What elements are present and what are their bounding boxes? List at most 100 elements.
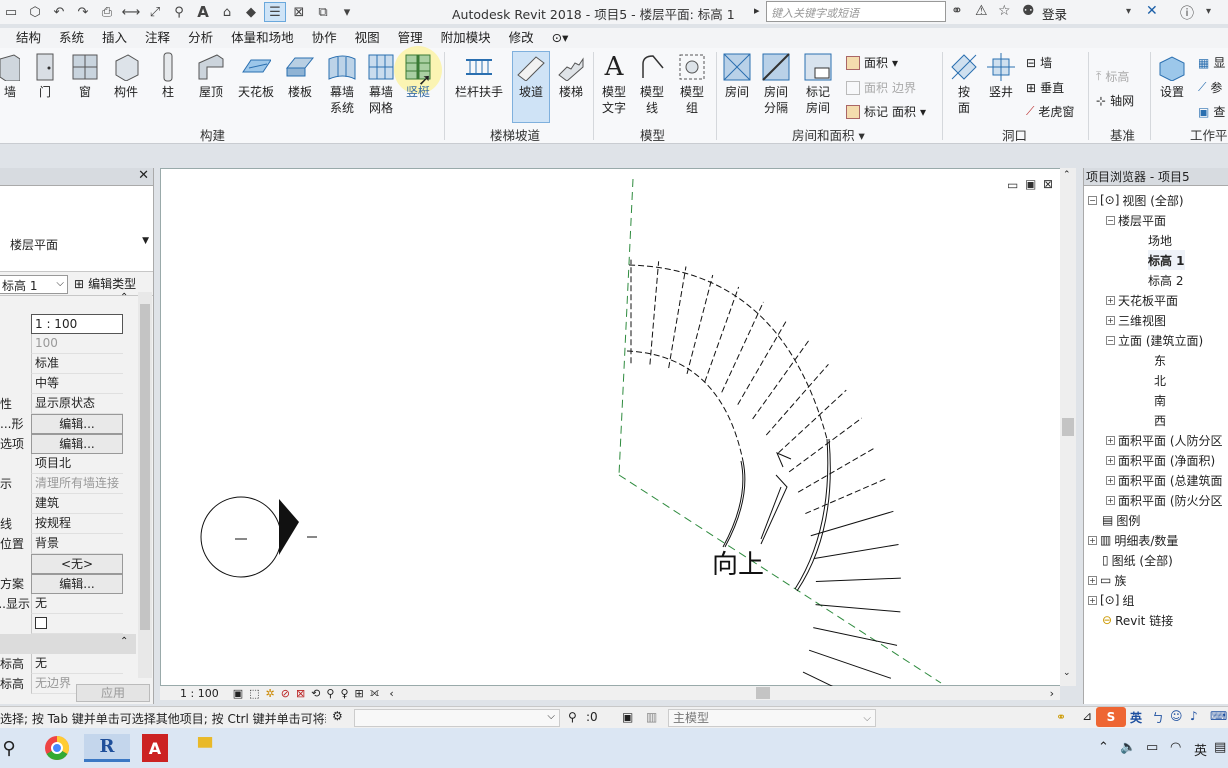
area-boundary-button[interactable]: 面积 边界 xyxy=(846,79,916,96)
tree-schedules[interactable]: + ▥ 明细表/数量 xyxy=(1088,530,1178,550)
property-value[interactable]: 100 xyxy=(31,334,123,354)
shaft-button[interactable]: 竖井 xyxy=(984,52,1018,100)
scrollbar-thumb[interactable] xyxy=(756,687,770,699)
tag-icon[interactable]: ⚲ xyxy=(168,2,190,22)
apply-button[interactable]: 应用 xyxy=(76,684,150,702)
property-value[interactable]: 无 xyxy=(31,654,123,674)
property-value[interactable]: 无 xyxy=(31,594,123,614)
expand-icon[interactable]: + xyxy=(1106,295,1115,305)
text-icon[interactable]: A xyxy=(192,2,214,22)
dimension-icon[interactable]: ⤢ xyxy=(144,2,166,22)
expand-icon[interactable]: + xyxy=(1106,315,1115,325)
acrobat-icon[interactable]: A xyxy=(142,734,168,762)
main-model-icon[interactable]: ▥ xyxy=(646,710,657,724)
mullion-button[interactable]: 竖梃 ➚ xyxy=(394,46,442,100)
level-button[interactable]: ⤒ 标高 xyxy=(1096,68,1129,85)
grid-button[interactable]: ⊹ 轴网 xyxy=(1096,92,1134,109)
elevation-marker[interactable] xyxy=(200,496,317,578)
notification-icon[interactable]: ▤ xyxy=(1214,740,1226,755)
tree-site[interactable]: 场地 xyxy=(1148,230,1172,250)
mic-icon[interactable]: ♪ xyxy=(1190,709,1198,723)
help-dropdown-icon[interactable]: ▾ xyxy=(1206,6,1211,17)
keyboard-icon[interactable]: ⌨ xyxy=(1210,709,1227,723)
tree-area-plan-2[interactable]: + 面积平面 (净面积) xyxy=(1106,450,1215,470)
chrome-icon[interactable] xyxy=(42,734,72,762)
close-icon[interactable]: ✕ xyxy=(138,168,149,183)
star-icon[interactable]: ☆ xyxy=(998,3,1011,19)
room-button[interactable]: 房间 xyxy=(720,52,754,100)
railing-button[interactable]: 栏杆扶手 xyxy=(452,52,506,100)
tab-analyze[interactable]: 分析 xyxy=(179,28,222,48)
tab-insert[interactable]: 插入 xyxy=(93,28,136,48)
ime-language-icon[interactable]: 英 xyxy=(1130,709,1142,726)
type-selector[interactable]: 楼层平面 ▼ xyxy=(0,186,153,272)
login-button[interactable]: 登录 xyxy=(1042,4,1067,23)
tree-north[interactable]: 北 xyxy=(1154,370,1166,390)
measure-icon[interactable]: ⟷ xyxy=(120,2,142,22)
binoculars-icon[interactable]: ⚭ xyxy=(951,3,963,19)
tree-revit-links[interactable]: ⊖ Revit 链接 xyxy=(1102,610,1173,630)
temporary-hide-icon[interactable]: ⚲ xyxy=(326,687,334,700)
model-line-button[interactable]: 模型 线 xyxy=(636,52,668,116)
tab-annotate[interactable]: 注释 xyxy=(136,28,179,48)
volume-icon[interactable]: 🔈 xyxy=(1120,740,1136,755)
tab-structure[interactable]: 结构 xyxy=(0,28,50,48)
tree-ceiling-plans[interactable]: + 天花板平面 xyxy=(1106,290,1178,310)
visual-style-icon[interactable]: ⬚ xyxy=(249,687,259,700)
analytical-model-icon[interactable]: ⊞ xyxy=(355,687,364,700)
vertical-opening-button[interactable]: ⊞ 垂直 xyxy=(1026,79,1064,96)
property-value[interactable]: 背景 xyxy=(31,534,123,554)
properties-scrollbar[interactable] xyxy=(138,292,152,678)
emoji-icon[interactable]: ☺ xyxy=(1170,709,1183,723)
chevron-right-icon[interactable]: › xyxy=(1050,687,1054,700)
stair-run[interactable] xyxy=(626,259,901,687)
tree-area-plan-4[interactable]: + 面积平面 (防火分区 xyxy=(1106,490,1223,510)
property-value[interactable]: 1 : 100 xyxy=(31,314,123,334)
undo-icon[interactable]: ↶ xyxy=(48,2,70,22)
edit-type-button[interactable]: ⊞ 编辑类型 xyxy=(74,275,136,292)
wall-button[interactable]: 墙 xyxy=(0,52,20,100)
collapse-icon[interactable]: − xyxy=(1106,215,1115,225)
ime-logo-icon[interactable]: S xyxy=(1096,707,1126,727)
model-group-button[interactable]: 模型 组 xyxy=(676,52,708,116)
area-button[interactable]: 面积 ▾ xyxy=(846,54,898,71)
tab-systems[interactable]: 系统 xyxy=(50,28,93,48)
scrollbar-thumb[interactable] xyxy=(140,304,150,630)
select-underlay-icon[interactable]: ⊿ xyxy=(1082,709,1092,723)
file-explorer-icon[interactable]: ▀ xyxy=(190,734,220,762)
design-options-icon[interactable]: ▣ xyxy=(622,710,633,724)
property-checkbox[interactable] xyxy=(35,617,47,629)
set-workplane-button[interactable]: 设置 xyxy=(1154,52,1190,100)
tree-south[interactable]: 南 xyxy=(1154,390,1166,410)
property-value[interactable]: 标准 xyxy=(31,354,123,374)
expand-icon[interactable]: + xyxy=(1088,535,1097,545)
property-value[interactable]: 按规程 xyxy=(31,514,123,534)
expand-icon[interactable]: + xyxy=(1106,435,1115,445)
chevron-left-icon[interactable]: ‹ xyxy=(389,687,393,700)
ime-punct-icon[interactable]: ㄅ xyxy=(1152,709,1164,726)
show-workplane-button[interactable]: ▦ 显 xyxy=(1198,54,1225,71)
drawing-canvas[interactable]: ▭ ▣ ⊠ ▾ xyxy=(160,168,1216,687)
language-icon[interactable]: 英 xyxy=(1194,740,1207,759)
ribbon-minimize-icon[interactable]: ⊙▾ xyxy=(543,28,578,48)
tree-area-plan-3[interactable]: + 面积平面 (总建筑面 xyxy=(1106,470,1223,490)
subscription-icon[interactable]: ⚠ xyxy=(975,3,988,19)
property-edit-button[interactable]: 编辑... xyxy=(31,574,123,594)
property-value[interactable]: 显示原状态 xyxy=(31,394,123,414)
user-icon[interactable]: ⚉ xyxy=(1022,3,1035,19)
property-value[interactable]: 清理所有墙连接 xyxy=(31,474,123,494)
property-edit-button[interactable]: 编辑... xyxy=(31,434,123,454)
tree-east[interactable]: 东 xyxy=(1154,350,1166,370)
door-button[interactable]: 门 xyxy=(30,52,60,100)
collapse-section-icon[interactable]: ⌃ xyxy=(120,292,128,303)
tab-modify[interactable]: 修改 xyxy=(500,28,543,48)
detail-level-icon[interactable]: ▣ xyxy=(233,687,243,700)
section-icon[interactable]: ◆ xyxy=(240,2,262,22)
tree-3d-views[interactable]: + 三维视图 xyxy=(1106,310,1166,330)
exchange-apps-icon[interactable]: ✕ xyxy=(1146,3,1158,19)
tree-legends[interactable]: ▤ 图例 xyxy=(1102,510,1140,530)
tab-massing-site[interactable]: 体量和场地 xyxy=(222,28,303,48)
tab-manage[interactable]: 管理 xyxy=(389,28,432,48)
curtain-grid-button[interactable]: 幕墙 网格 xyxy=(363,52,399,116)
collapse-icon[interactable]: − xyxy=(1106,335,1115,345)
